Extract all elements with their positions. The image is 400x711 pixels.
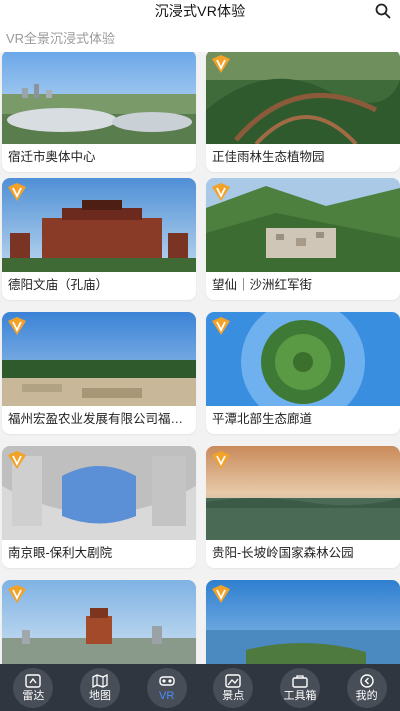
- card-title: 望仙｜沙洲红军街: [212, 278, 313, 292]
- card-thumbnail: [206, 446, 400, 540]
- tab-label: 地图: [88, 689, 111, 702]
- vr-card[interactable]: [2, 580, 196, 664]
- vr-card[interactable]: 平潭北部生态廊道: [206, 312, 400, 434]
- vr-card[interactable]: 德阳文庙（孔庙）: [2, 178, 196, 300]
- vr-card[interactable]: 南京眼-保利大剧院: [2, 446, 196, 568]
- tab-label: VR: [159, 689, 175, 702]
- vip-badge-icon: [212, 55, 230, 73]
- card-title: 南京眼-保利大剧院: [8, 546, 113, 560]
- vr-card[interactable]: 宿迁市奥体中心: [2, 52, 196, 172]
- card-thumbnail: [2, 580, 196, 664]
- tab-label: 景点: [222, 689, 245, 702]
- card-thumbnail: [206, 178, 400, 272]
- card-title: 福州宏盈农业发展有限公司福建省…: [8, 412, 190, 426]
- vr-card[interactable]: [206, 580, 400, 664]
- vip-badge-icon: [212, 183, 230, 201]
- vr-card[interactable]: 正佳雨林生态植物园: [206, 52, 400, 172]
- vip-badge-icon: [8, 183, 26, 201]
- vr-card[interactable]: 望仙｜沙洲红军街: [206, 178, 400, 300]
- card-thumbnail: [2, 312, 196, 406]
- vip-badge-icon: [8, 585, 26, 603]
- vip-badge-icon: [212, 317, 230, 335]
- search-icon[interactable]: [374, 2, 392, 20]
- page-title: 沉浸式VR体验: [154, 3, 246, 19]
- card-thumbnail: [2, 52, 196, 144]
- card-title: 宿迁市奥体中心: [8, 150, 96, 164]
- card-title: 贵阳-长坡岭国家森林公园: [212, 546, 354, 560]
- vip-badge-icon: [212, 451, 230, 469]
- tab-toolbox[interactable]: 工具箱: [279, 667, 320, 708]
- bottom-tab-bar: 雷达 地图 VR 景点 工具箱 我的: [0, 664, 400, 711]
- tab-scenic-spot[interactable]: 景点: [213, 667, 254, 708]
- tab-map[interactable]: 地图: [79, 667, 120, 708]
- card-title: 德阳文庙（孔庙）: [8, 278, 109, 292]
- vip-badge-icon: [212, 585, 230, 603]
- vip-badge-icon: [8, 451, 26, 469]
- vr-card[interactable]: 贵阳-长坡岭国家森林公园: [206, 446, 400, 568]
- card-thumbnail: [2, 446, 196, 540]
- tab-radar[interactable]: 雷达: [13, 667, 54, 708]
- card-title: 平潭北部生态廊道: [212, 412, 313, 426]
- tab-label: 雷达: [22, 689, 45, 702]
- section-subtitle: VR全景沉浸式体验: [6, 30, 116, 46]
- tab-label: 我的: [355, 689, 378, 702]
- tab-vr[interactable]: VR: [146, 667, 187, 708]
- card-title: 正佳雨林生态植物园: [212, 150, 325, 164]
- vr-icon: [158, 675, 175, 686]
- tab-label: 工具箱: [283, 689, 317, 702]
- vr-card-grid[interactable]: 宿迁市奥体中心 正佳雨林生态植物园 德阳文庙（孔庙） 望仙｜沙洲红军街 福州宏盈…: [0, 52, 400, 664]
- tab-profile[interactable]: 我的: [346, 667, 387, 708]
- toolbox-icon: [292, 674, 308, 688]
- card-thumbnail: [2, 178, 196, 272]
- profile-icon: [359, 673, 374, 688]
- scenic-spot-icon: [225, 673, 241, 688]
- vip-badge-icon: [8, 317, 26, 335]
- vr-card[interactable]: 福州宏盈农业发展有限公司福建省…: [2, 312, 196, 434]
- card-thumbnail: [206, 580, 400, 664]
- card-thumbnail: [206, 52, 400, 144]
- top-bar: 沉浸式VR体验: [0, 0, 400, 22]
- map-icon: [92, 673, 108, 688]
- radar-icon: [25, 673, 42, 688]
- card-thumbnail: [206, 312, 400, 406]
- section-header: VR全景沉浸式体验: [0, 22, 400, 52]
